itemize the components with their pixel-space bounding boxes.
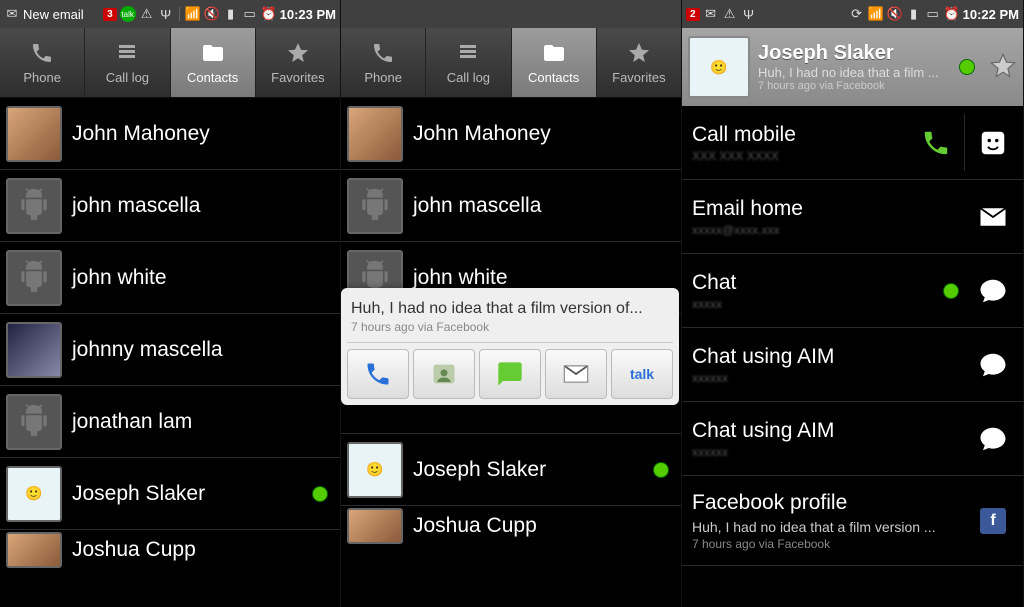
contact-row[interactable]: 🙂Joseph Slaker: [0, 458, 340, 530]
avatar[interactable]: [6, 532, 62, 568]
quick-contact-popup: Huh, I had no idea that a film version o…: [341, 288, 679, 405]
avatar[interactable]: 🙂: [6, 466, 62, 522]
fb-status-message: Huh, I had no idea that a film version .…: [692, 519, 965, 535]
tab-contacts[interactable]: Contacts: [171, 28, 256, 97]
avatar[interactable]: [6, 106, 62, 162]
popup-action-talk[interactable]: talk: [611, 349, 673, 399]
usb-icon: Ψ: [158, 6, 174, 22]
tab-favorites[interactable]: Favorites: [256, 28, 340, 97]
wifi-icon: 📶: [868, 6, 884, 22]
avatar[interactable]: [347, 106, 403, 162]
clock: 10:23 PM: [280, 7, 336, 22]
contact-detail-header: 🙂 Joseph Slaker Huh, I had no idea that …: [682, 28, 1023, 106]
gmail-icon: ✉: [4, 6, 20, 22]
contact-status-meta: 7 hours ago via Facebook: [758, 80, 951, 92]
warning-icon: ⚠: [139, 6, 155, 22]
alarm-icon: ⏰: [261, 6, 277, 22]
signal-icon: ▮: [223, 6, 239, 22]
contacts-list[interactable]: John Mahoney john mascella john white 🙂J…: [341, 98, 681, 607]
contact-row[interactable]: Joshua Cupp: [341, 506, 681, 546]
wifi-icon: 📶: [185, 6, 201, 22]
action-call-mobile[interactable]: Call mobileXXX XXX XXXX: [682, 106, 1023, 180]
warning-icon: ⚠: [722, 6, 738, 22]
gmail-icon: ✉: [703, 6, 719, 22]
tab-bar: Phone Call log Contacts Favorites: [341, 28, 681, 98]
status-bar: [341, 0, 681, 28]
avatar[interactable]: 🙂: [688, 36, 750, 98]
silent-icon: 🔇: [204, 6, 220, 22]
notification-badge: 3: [103, 8, 117, 21]
contacts-list[interactable]: John Mahoney john mascella john white jo…: [0, 98, 340, 607]
action-chat-aim[interactable]: Chat using AIMxxxxxx: [682, 328, 1023, 402]
favorite-star-icon[interactable]: [989, 52, 1017, 83]
clock: 10:22 PM: [963, 7, 1019, 22]
presence-indicator: [653, 462, 669, 478]
sms-icon[interactable]: [973, 123, 1013, 163]
popup-status-message: Huh, I had no idea that a film version o…: [351, 300, 669, 318]
avatar[interactable]: [347, 508, 403, 544]
chat-icon[interactable]: [973, 419, 1013, 459]
usb-icon: Ψ: [741, 6, 757, 22]
contact-row[interactable]: 🙂Joseph Slaker: [341, 434, 681, 506]
contact-row[interactable]: jonathan lam: [0, 386, 340, 458]
silent-icon: 🔇: [887, 6, 903, 22]
avatar[interactable]: [6, 322, 62, 378]
screen-contacts-list-1: ✉ New email 3 talk ⚠ Ψ 📶 🔇 ▮ ▭ ⏰ 10:23 P…: [0, 0, 341, 607]
action-chat-aim[interactable]: Chat using AIMxxxxxx: [682, 402, 1023, 476]
avatar[interactable]: 🙂: [347, 442, 403, 498]
popup-action-sms[interactable]: [479, 349, 541, 399]
screen-contacts-list-2: Phone Call log Contacts Favorites John M…: [341, 0, 682, 607]
contact-row[interactable]: Joshua Cupp: [0, 530, 340, 570]
contact-row[interactable]: John Mahoney: [341, 98, 681, 170]
battery-icon: ▭: [242, 6, 258, 22]
presence-indicator: [943, 283, 959, 299]
contact-row[interactable]: johnny mascella: [0, 314, 340, 386]
mail-icon[interactable]: [973, 197, 1013, 237]
notification-badge: 2: [686, 8, 700, 21]
sync-icon: ⟳: [849, 6, 865, 22]
call-icon[interactable]: [916, 123, 956, 163]
contact-status-message: Huh, I had no idea that a film ...: [758, 65, 951, 80]
contact-actions-list: Call mobileXXX XXX XXXX Email homexxxxx@…: [682, 106, 1023, 607]
chat-icon[interactable]: [973, 345, 1013, 385]
avatar[interactable]: [6, 394, 62, 450]
presence-indicator: [312, 486, 328, 502]
tab-call-log[interactable]: Call log: [426, 28, 511, 97]
popup-action-contact[interactable]: [413, 349, 475, 399]
popup-status-meta: 7 hours ago via Facebook: [351, 320, 669, 334]
avatar[interactable]: [6, 178, 62, 234]
tab-phone[interactable]: Phone: [341, 28, 426, 97]
tab-contacts[interactable]: Contacts: [512, 28, 597, 97]
contact-row[interactable]: john white: [0, 242, 340, 314]
action-facebook-profile[interactable]: Facebook profile Huh, I had no idea that…: [682, 476, 1023, 566]
status-bar: ✉ New email 3 talk ⚠ Ψ 📶 🔇 ▮ ▭ ⏰ 10:23 P…: [0, 0, 340, 28]
avatar[interactable]: [6, 250, 62, 306]
battery-icon: ▭: [925, 6, 941, 22]
tab-phone[interactable]: Phone: [0, 28, 85, 97]
presence-indicator: [959, 59, 975, 75]
action-email-home[interactable]: Email homexxxxx@xxxx.xxx: [682, 180, 1023, 254]
contact-row[interactable]: john mascella: [341, 170, 681, 242]
tab-call-log[interactable]: Call log: [85, 28, 170, 97]
status-bar: 2 ✉ ⚠ Ψ ⟳ 📶 🔇 ▮ ▭ ⏰ 10:22 PM: [682, 0, 1023, 28]
avatar[interactable]: [347, 178, 403, 234]
popup-action-email[interactable]: [545, 349, 607, 399]
popup-action-call[interactable]: [347, 349, 409, 399]
talk-icon: talk: [120, 6, 136, 22]
alarm-icon: ⏰: [944, 6, 960, 22]
tab-favorites[interactable]: Favorites: [597, 28, 681, 97]
tab-bar: Phone Call log Contacts Favorites: [0, 28, 340, 98]
contact-row[interactable]: John Mahoney: [0, 98, 340, 170]
signal-icon: ▮: [906, 6, 922, 22]
facebook-icon[interactable]: f: [973, 501, 1013, 541]
contact-row[interactable]: john mascella: [0, 170, 340, 242]
chat-icon[interactable]: [973, 271, 1013, 311]
fb-status-meta: 7 hours ago via Facebook: [692, 537, 965, 551]
contact-name: Joseph Slaker: [758, 42, 951, 65]
screen-contact-detail: 2 ✉ ⚠ Ψ ⟳ 📶 🔇 ▮ ▭ ⏰ 10:22 PM 🙂 Joseph Sl…: [682, 0, 1024, 607]
status-text: New email: [23, 7, 84, 22]
action-chat[interactable]: Chatxxxxx: [682, 254, 1023, 328]
